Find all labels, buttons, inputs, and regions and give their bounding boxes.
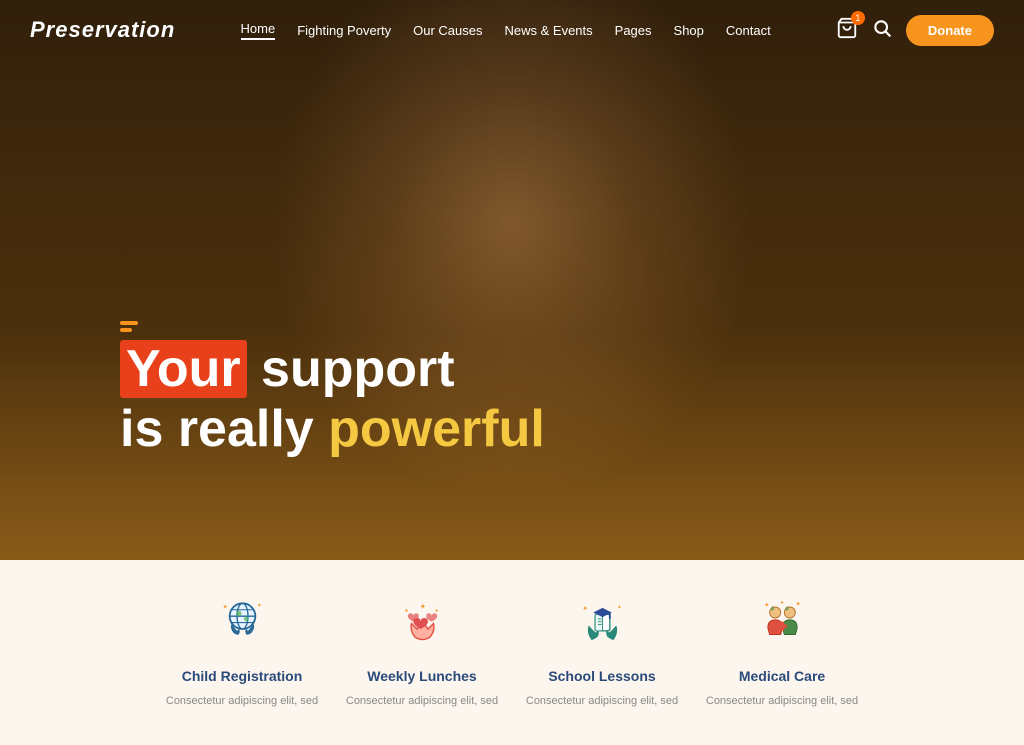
- hero-title-line2: is really powerful: [120, 400, 545, 460]
- svg-text:✦: ✦: [419, 601, 425, 610]
- hero-overlay: [0, 0, 1024, 560]
- nav-news-events[interactable]: News & Events: [505, 23, 593, 38]
- medical-care-icon-wrapper: ✦ ✦ ✦: [747, 588, 817, 658]
- hero-section: Preservation Home Fighting Poverty Our C…: [0, 0, 1024, 560]
- service-medical-care[interactable]: ✦ ✦ ✦ Medical Care Consectetur adipiscin…: [692, 588, 872, 709]
- services-section: ✦ ✦ Child Registration Consectetur adipi…: [0, 560, 1024, 745]
- main-nav: Home Fighting Poverty Our Causes News & …: [241, 21, 771, 40]
- child-registration-desc: Consectetur adipiscing elit, sed: [156, 694, 328, 709]
- svg-text:✦: ✦: [795, 601, 800, 608]
- nav-home[interactable]: Home: [241, 21, 276, 40]
- child-registration-icon: ✦ ✦: [215, 596, 270, 651]
- hero-squiggle: [120, 321, 545, 332]
- squiggle-line-1: [120, 321, 138, 325]
- school-lessons-icon: ✦ ✦: [575, 596, 630, 651]
- nav-fighting-poverty[interactable]: Fighting Poverty: [297, 23, 391, 38]
- header-actions: 1 Donate: [836, 15, 994, 46]
- medical-care-title: Medical Care: [739, 668, 825, 684]
- svg-text:✦: ✦: [617, 603, 622, 610]
- hero-is-really-text: is really: [120, 400, 328, 458]
- cart-icon[interactable]: 1: [836, 17, 858, 44]
- school-lessons-desc: Consectetur adipiscing elit, sed: [516, 694, 688, 709]
- svg-text:✦: ✦: [764, 602, 769, 609]
- child-registration-icon-wrapper: ✦ ✦: [207, 588, 277, 658]
- hero-powerful-text: powerful: [328, 400, 545, 458]
- svg-text:✦: ✦: [222, 603, 227, 610]
- weekly-lunches-icon: ✦ ✦ ✦: [395, 596, 450, 651]
- nav-pages[interactable]: Pages: [615, 23, 652, 38]
- hero-title: Your support is really powerful: [120, 340, 545, 460]
- weekly-lunches-icon-wrapper: ✦ ✦ ✦: [387, 588, 457, 658]
- hero-your-highlight: Your: [120, 340, 247, 398]
- svg-text:✦: ✦: [434, 607, 439, 614]
- donate-button[interactable]: Donate: [906, 15, 994, 46]
- squiggle-line-2: [120, 328, 132, 332]
- svg-text:✦: ✦: [404, 607, 409, 614]
- hero-content: Your support is really powerful: [120, 321, 545, 460]
- hero-support-text: support: [261, 340, 455, 398]
- search-icon[interactable]: [872, 18, 892, 43]
- nav-contact[interactable]: Contact: [726, 23, 771, 38]
- nav-shop[interactable]: Shop: [674, 23, 704, 38]
- site-logo[interactable]: Preservation: [30, 17, 175, 43]
- weekly-lunches-title: Weekly Lunches: [367, 668, 476, 684]
- service-weekly-lunches[interactable]: ✦ ✦ ✦ Weekly Lunches Consectetur adipisc…: [332, 588, 512, 709]
- hero-title-line1: Your support: [120, 340, 545, 400]
- svg-text:✦: ✦: [582, 605, 587, 612]
- service-child-registration[interactable]: ✦ ✦ Child Registration Consectetur adipi…: [152, 588, 332, 709]
- school-lessons-icon-wrapper: ✦ ✦: [567, 588, 637, 658]
- school-lessons-title: School Lessons: [548, 668, 655, 684]
- weekly-lunches-desc: Consectetur adipiscing elit, sed: [336, 694, 508, 709]
- squiggle-decoration: [120, 321, 138, 332]
- child-registration-title: Child Registration: [182, 668, 303, 684]
- cart-badge: 1: [851, 11, 865, 25]
- medical-care-icon: ✦ ✦ ✦: [755, 596, 810, 651]
- header: Preservation Home Fighting Poverty Our C…: [0, 0, 1024, 60]
- nav-our-causes[interactable]: Our Causes: [413, 23, 482, 38]
- svg-text:✦: ✦: [257, 602, 262, 609]
- medical-care-desc: Consectetur adipiscing elit, sed: [696, 694, 868, 709]
- svg-text:✦: ✦: [779, 599, 784, 606]
- service-school-lessons[interactable]: ✦ ✦ School Lessons Consectetur adipiscin…: [512, 588, 692, 709]
